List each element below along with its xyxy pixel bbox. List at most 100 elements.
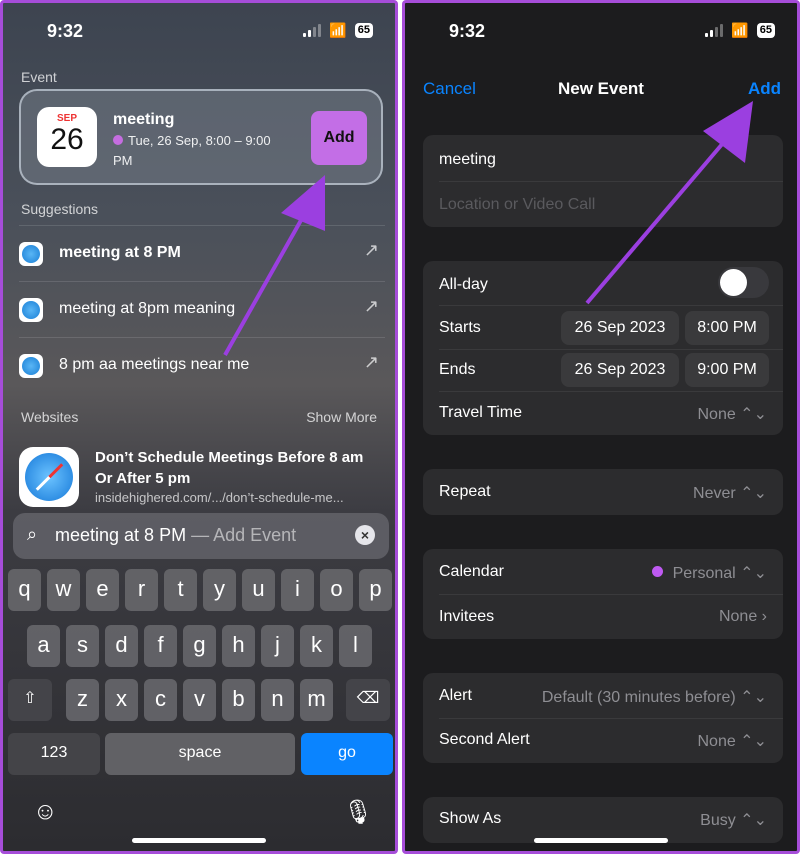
key-h[interactable]: h [222,625,255,667]
search-query: meeting at 8 PM — Add Event [55,525,296,546]
key-n[interactable]: n [261,679,294,721]
calendar-day: 26 [50,123,84,156]
cellular-signal-icon [705,24,724,37]
battery-icon: 65 [756,23,775,38]
websites-section-label: Websites [21,409,79,425]
key-b[interactable]: b [222,679,255,721]
safari-icon [19,242,43,266]
safari-icon [19,298,43,322]
key-a[interactable]: a [27,625,60,667]
key-y[interactable]: y [203,569,236,611]
key-p[interactable]: p [359,569,392,611]
shift-key[interactable]: ⇧ [8,679,52,721]
date-group: All-day Starts 26 Sep 2023 8:00 PM Ends … [423,261,783,435]
key-c[interactable]: c [144,679,177,721]
open-arrow-icon: ↗ [363,240,379,260]
show-more-link[interactable]: Show More [306,409,377,425]
event-title: meeting [113,111,175,128]
key-f[interactable]: f [144,625,177,667]
emoji-icon[interactable]: ☺ [33,798,58,826]
key-u[interactable]: u [242,569,275,611]
page-title: New Event [558,79,644,98]
key-i[interactable]: i [281,569,314,611]
starts-date-picker[interactable]: 26 Sep 2023 [561,311,679,345]
key-x[interactable]: x [105,679,138,721]
key-e[interactable]: e [86,569,119,611]
invitees-value: None › [718,608,767,625]
calendar-value: Personal ⌃⌄ [651,563,767,583]
starts-label: Starts [439,319,481,336]
show-as-value: Busy ⌃⌄ [700,812,767,829]
safari-app-icon [19,447,79,507]
key-t[interactable]: t [164,569,197,611]
add-event-button[interactable]: Add [311,111,367,165]
key-l[interactable]: l [339,625,372,667]
status-time: 9:32 [47,21,84,41]
home-indicator [534,838,668,843]
suggestion-text: meeting at 8pm meaning [59,300,236,317]
title-location-group: meeting Location or Video Call [423,135,783,227]
website-result[interactable]: Don’t Schedule Meetings Before 8 am Or A… [19,443,385,509]
space-key[interactable]: space [105,733,295,775]
key-z[interactable]: z [66,679,99,721]
new-event-screen: 9:32 📶 65 Cancel New Event Add meeting L… [402,0,800,854]
key-d[interactable]: d [105,625,138,667]
travel-time-label: Travel Time [439,404,522,421]
go-key[interactable]: go [301,733,393,775]
event-time-text: Tue, 26 Sep, 8:00 – 9:00 PM [113,133,271,168]
show-as-label: Show As [439,810,502,827]
suggestion-text: 8 pm aa meetings near me [59,356,250,373]
key-q[interactable]: q [8,569,41,611]
calendar-color-dot [113,135,123,145]
repeat-group: Repeat Never ⌃⌄ [423,469,783,515]
calendar-color-dot [651,566,663,577]
all-day-toggle[interactable] [718,267,769,298]
event-section-label: Event [21,69,57,85]
key-k[interactable]: k [300,625,333,667]
cellular-signal-icon [303,24,322,37]
key-r[interactable]: r [125,569,158,611]
numbers-key[interactable]: 123 [8,733,100,775]
add-button[interactable]: Add [748,79,781,99]
open-arrow-icon: ↗ [363,352,379,372]
suggestions-section-label: Suggestions [21,201,99,217]
travel-time-value: None ⌃⌄ [697,406,767,423]
search-field[interactable]: ⌕ meeting at 8 PM — Add Event × [13,513,389,559]
key-s[interactable]: s [66,625,99,667]
search-autocomplete: — Add Event [186,525,297,545]
second-alert-label: Second Alert [439,731,530,748]
suggestion-item[interactable]: 8 pm aa meetings near me ↗ [19,337,385,393]
wifi-icon: 📶 [329,22,347,38]
key-g[interactable]: g [183,625,216,667]
search-query-text: meeting at 8 PM [55,525,187,545]
key-m[interactable]: m [300,679,333,721]
status-bar: 9:32 📶 65 [405,3,797,59]
nav-bar: Cancel New Event Add [405,79,797,103]
calendar-app-icon: SEP 26 [37,107,97,167]
all-day-label: All-day [439,276,488,293]
key-v[interactable]: v [183,679,216,721]
suggestion-item[interactable]: meeting at 8 PM ↗ [19,225,385,281]
open-arrow-icon: ↗ [363,296,379,316]
event-result-card[interactable]: SEP 26 meeting Tue, 26 Sep, 8:00 – 9:00 … [19,89,383,185]
website-url: insidehighered.com/.../don’t-schedule-me… [95,490,344,505]
key-w[interactable]: w [47,569,80,611]
suggestion-item[interactable]: meeting at 8pm meaning ↗ [19,281,385,337]
key-j[interactable]: j [261,625,294,667]
backspace-key[interactable]: ⌫ [346,679,390,721]
status-bar: 9:32 📶 65 [3,3,395,59]
location-field[interactable]: Location or Video Call [439,196,595,214]
title-field[interactable]: meeting [439,151,496,169]
starts-time-picker[interactable]: 8:00 PM [685,311,769,345]
key-o[interactable]: o [320,569,353,611]
calendar-label: Calendar [439,563,504,580]
ends-date-picker[interactable]: 26 Sep 2023 [561,353,679,387]
status-time: 9:32 [449,21,486,41]
ends-time-picker[interactable]: 9:00 PM [685,353,769,387]
repeat-value: Never ⌃⌄ [693,485,767,502]
wifi-icon: 📶 [731,22,749,38]
clear-icon[interactable]: × [355,525,375,545]
spotlight-screen: 9:32 📶 65 Event SEP 26 meeting Tue, 26 S… [0,0,398,854]
ends-label: Ends [439,361,476,378]
microphone-icon[interactable]: 🎙 [343,798,373,827]
